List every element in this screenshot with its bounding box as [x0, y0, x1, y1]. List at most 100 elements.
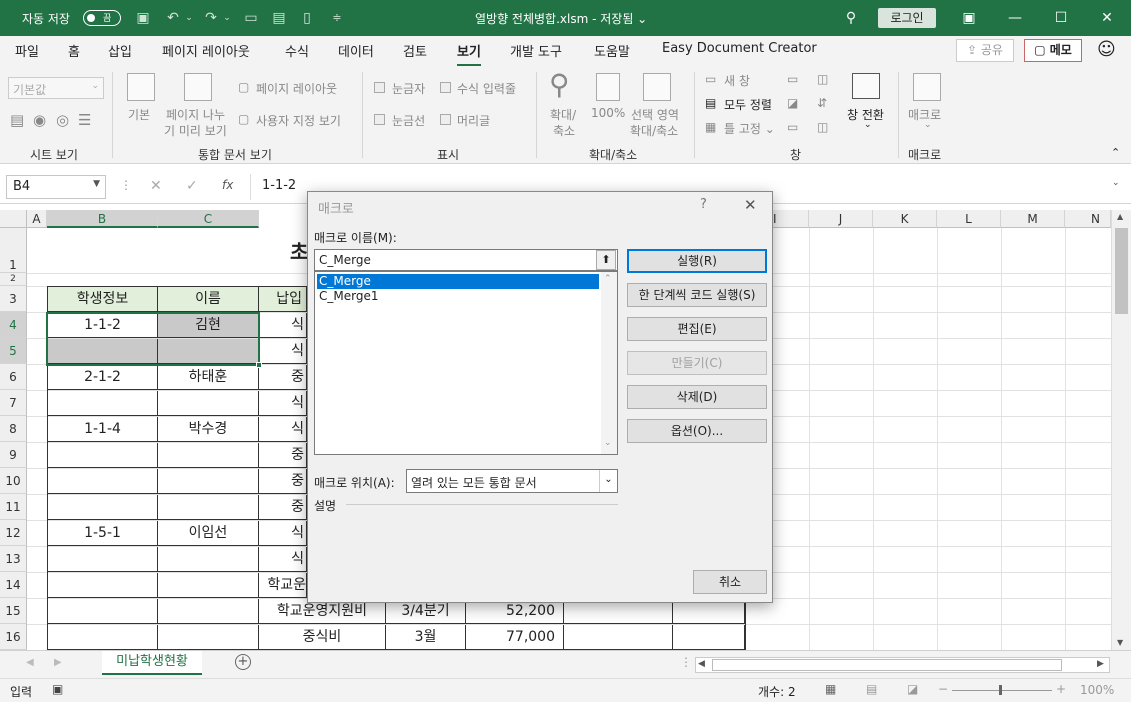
- sheet-tab-active[interactable]: 미납학생현황: [102, 651, 202, 675]
- tab-review[interactable]: 검토: [403, 41, 427, 60]
- sync-scroll-icon[interactable]: ⇵: [817, 96, 827, 110]
- macro-record-icon[interactable]: ▣: [52, 682, 63, 696]
- autosave-toggle[interactable]: 끔: [83, 10, 121, 26]
- table-cell[interactable]: [158, 547, 259, 572]
- zoom-icon[interactable]: ⚲: [549, 68, 570, 101]
- freeze-panes-icon[interactable]: ▦: [705, 120, 716, 134]
- column-header[interactable]: K: [873, 210, 937, 228]
- column-header[interactable]: L: [937, 210, 1001, 228]
- custom-view-label[interactable]: 사용자 지정 보기: [256, 112, 341, 129]
- arrange-all-icon[interactable]: ▤: [705, 96, 716, 110]
- row-header[interactable]: 7: [0, 390, 27, 416]
- macro-list[interactable]: C_Merge C_Merge1 ⌃ ⌄: [314, 271, 618, 455]
- tab-view[interactable]: 보기: [457, 41, 481, 66]
- row-header[interactable]: 2: [0, 273, 27, 286]
- row-header[interactable]: 13: [0, 546, 27, 572]
- table-cell[interactable]: 1-5-1: [48, 521, 158, 546]
- table-cell[interactable]: 박수경: [158, 417, 259, 442]
- row-header[interactable]: 12: [0, 520, 27, 546]
- table-cell[interactable]: [48, 547, 158, 572]
- scroll-left-icon[interactable]: ◀: [698, 659, 705, 669]
- table-cell[interactable]: 중: [259, 443, 307, 468]
- divider-handle[interactable]: ⋮: [680, 655, 692, 669]
- table-cell[interactable]: [48, 443, 158, 468]
- normal-view-icon[interactable]: [127, 73, 155, 101]
- login-button[interactable]: 로그인: [878, 8, 936, 28]
- reset-window-icon[interactable]: ◫: [817, 120, 828, 134]
- switch-windows-icon[interactable]: [852, 73, 880, 99]
- table-header-cell[interactable]: 학생정보: [48, 287, 158, 312]
- table-cell[interactable]: 1-1-4: [48, 417, 158, 442]
- cancel-entry-icon[interactable]: ✕: [150, 178, 162, 194]
- share-button[interactable]: ⇪ 공유: [956, 39, 1014, 62]
- zoom-to-selection-icon[interactable]: [643, 73, 671, 101]
- zoom-selection-label-1[interactable]: 선택 영역: [631, 106, 679, 123]
- vertical-scrollbar[interactable]: ▲ ▼: [1111, 210, 1131, 650]
- zoom-level[interactable]: 100%: [1080, 683, 1114, 697]
- ruler-checkbox[interactable]: [374, 82, 385, 93]
- column-header[interactable]: M: [1001, 210, 1065, 228]
- tab-file[interactable]: 파일: [15, 41, 39, 60]
- arrange-icon[interactable]: ▤: [270, 9, 288, 27]
- row-header[interactable]: 1: [0, 228, 27, 273]
- scroll-down-icon[interactable]: ▼: [1117, 638, 1123, 647]
- page-layout-view-icon[interactable]: ▤: [866, 682, 877, 696]
- redo-dropdown-icon[interactable]: ⌄: [222, 9, 232, 27]
- minimize-icon[interactable]: —: [1006, 9, 1024, 27]
- table-cell[interactable]: 77,000: [466, 625, 564, 650]
- row-header[interactable]: 10: [0, 468, 27, 494]
- undo-dropdown-icon[interactable]: ⌄: [184, 9, 194, 27]
- page-break-view-icon[interactable]: ◪: [907, 682, 918, 696]
- cancel-button[interactable]: 취소: [693, 570, 767, 594]
- table-cell[interactable]: 중: [259, 365, 307, 390]
- save-icon[interactable]: ▣: [134, 9, 152, 27]
- maximize-icon[interactable]: ☐: [1052, 9, 1070, 27]
- new-file-icon[interactable]: ▯: [298, 9, 316, 27]
- tab-insert[interactable]: 삽입: [108, 41, 132, 60]
- page-break-label-2[interactable]: 기 미리 보기: [164, 122, 227, 139]
- zoom-selection-label-2[interactable]: 확대/축소: [630, 122, 678, 139]
- tab-easy-document-creator[interactable]: Easy Document Creator: [662, 41, 817, 56]
- row-header[interactable]: 15: [0, 598, 27, 624]
- table-cell[interactable]: 중식비: [259, 625, 386, 650]
- select-all-corner[interactable]: [0, 210, 27, 228]
- table-cell[interactable]: [158, 573, 259, 598]
- arrange-all-label[interactable]: 모두 정렬: [724, 96, 772, 113]
- zoom-100-label[interactable]: 100%: [591, 106, 625, 120]
- new-window-icon[interactable]: ▭: [705, 72, 716, 86]
- list-item[interactable]: C_Merge1: [317, 289, 599, 304]
- row-header[interactable]: 8: [0, 416, 27, 442]
- view-side-by-side-icon[interactable]: ◫: [817, 72, 828, 86]
- prev-sheet-icon[interactable]: ◀: [26, 657, 34, 668]
- smiley-feedback-icon[interactable]: ☺: [1097, 39, 1116, 60]
- create-button[interactable]: 만들기(C): [627, 351, 767, 375]
- table-cell[interactable]: [158, 495, 259, 520]
- column-header[interactable]: B: [47, 210, 158, 228]
- horizontal-scrollbar[interactable]: ◀ ▶: [695, 657, 1110, 673]
- table-cell[interactable]: 중: [259, 469, 307, 494]
- freeze-panes-label[interactable]: 틀 고정 ⌄: [724, 120, 775, 137]
- add-sheet-icon[interactable]: +: [235, 654, 251, 670]
- run-button[interactable]: 실행(R): [627, 249, 767, 273]
- table-cell[interactable]: [48, 469, 158, 494]
- column-header[interactable]: N: [1065, 210, 1111, 228]
- row-header[interactable]: 11: [0, 494, 27, 520]
- table-cell[interactable]: 중: [259, 495, 307, 520]
- table-cell[interactable]: [48, 495, 158, 520]
- table-cell[interactable]: 학교운: [259, 573, 307, 598]
- tab-formulas[interactable]: 수식: [285, 41, 309, 60]
- table-cell[interactable]: [48, 573, 158, 598]
- chevron-down-icon[interactable]: ⌄: [604, 438, 612, 448]
- tab-home[interactable]: 홈: [68, 41, 80, 60]
- close-icon[interactable]: ✕: [744, 196, 757, 214]
- macro-name-input[interactable]: C_Merge: [314, 249, 618, 271]
- table-cell[interactable]: [564, 625, 673, 650]
- search-icon[interactable]: ⚲: [842, 9, 860, 27]
- page-break-preview-icon[interactable]: [184, 73, 212, 101]
- new-window-label[interactable]: 새 창: [724, 72, 750, 89]
- formula-bar-checkbox[interactable]: [440, 82, 451, 93]
- table-cell[interactable]: [48, 625, 158, 650]
- column-header[interactable]: J: [809, 210, 873, 228]
- table-cell[interactable]: 식: [259, 313, 307, 338]
- table-cell[interactable]: [48, 599, 158, 624]
